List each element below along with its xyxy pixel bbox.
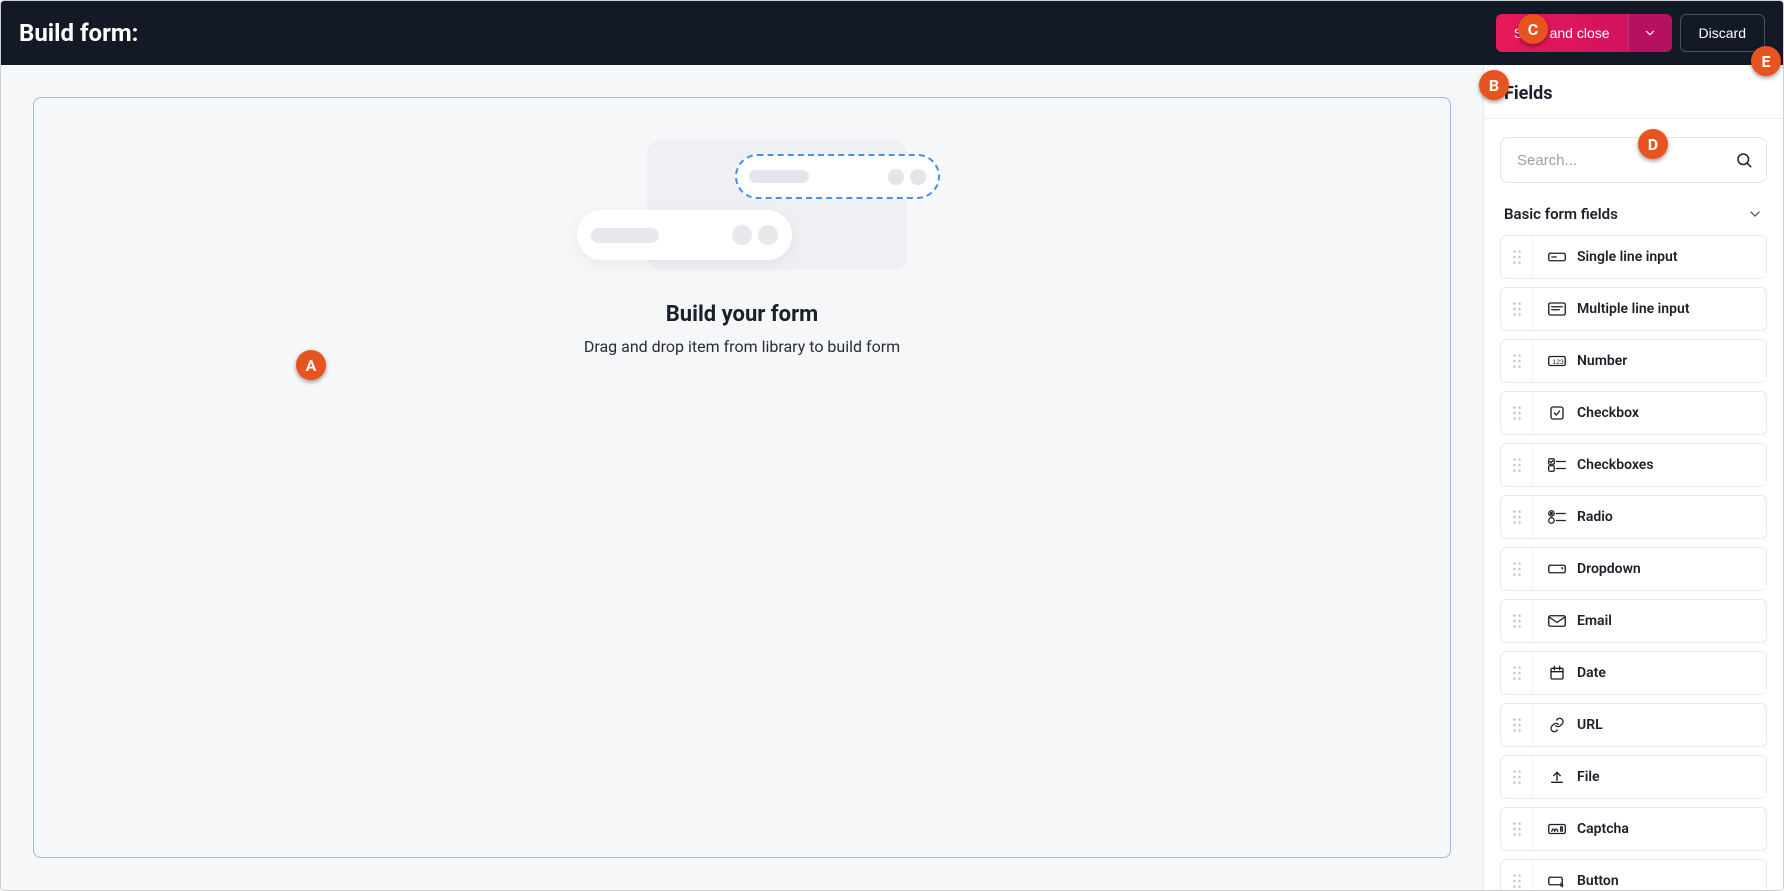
fields-sidebar: Fields Basic form fields <box>1483 65 1783 890</box>
field-item-label: Captcha <box>1577 821 1629 837</box>
field-item-label: Multiple line input <box>1577 301 1690 317</box>
form-canvas-dropzone[interactable]: Build your form Drag and drop item from … <box>33 97 1451 858</box>
drag-handle-icon[interactable] <box>1501 704 1533 746</box>
drag-handle-icon[interactable] <box>1501 288 1533 330</box>
field-list: Single line input Multiple line input 123 N… <box>1500 235 1767 890</box>
field-item-label: File <box>1577 769 1600 785</box>
captcha-icon <box>1547 819 1567 839</box>
field-item-label: Date <box>1577 665 1606 681</box>
drag-handle-icon[interactable] <box>1501 392 1533 434</box>
field-item-single-line[interactable]: Single line input <box>1500 235 1767 279</box>
empty-state-subtitle: Drag and drop item from library to build… <box>584 337 900 356</box>
drag-handle-icon[interactable] <box>1501 652 1533 694</box>
search-wrapper <box>1500 137 1767 183</box>
svg-text:123: 123 <box>1553 359 1565 366</box>
save-and-close-button[interactable]: Save and close <box>1496 14 1628 52</box>
chevron-down-icon <box>1643 26 1657 40</box>
field-item-label: Checkbox <box>1577 405 1639 421</box>
drag-handle-icon[interactable] <box>1501 548 1533 590</box>
empty-state-illustration <box>577 140 907 270</box>
drag-handle-icon[interactable] <box>1501 496 1533 538</box>
file-icon <box>1547 767 1567 787</box>
page-title: Build form: <box>19 19 138 47</box>
dropdown-icon <box>1547 559 1567 579</box>
canvas-wrapper: Build your form Drag and drop item from … <box>1 65 1483 890</box>
drag-handle-icon[interactable] <box>1501 808 1533 850</box>
field-item-url[interactable]: URL <box>1500 703 1767 747</box>
search-input[interactable] <box>1500 137 1767 183</box>
sidebar-body[interactable]: Basic form fields Single line input Multi… <box>1484 119 1783 890</box>
single-line-icon <box>1547 247 1567 267</box>
button-icon <box>1547 871 1567 890</box>
field-item-file[interactable]: File <box>1500 755 1767 799</box>
field-group-title: Basic form fields <box>1504 205 1618 223</box>
drag-handle-icon[interactable] <box>1501 756 1533 798</box>
number-icon: 123 <box>1547 351 1567 371</box>
drag-handle-icon[interactable] <box>1501 600 1533 642</box>
search-icon <box>1735 151 1753 169</box>
field-item-radio[interactable]: Radio <box>1500 495 1767 539</box>
field-item-checkboxes[interactable]: Checkboxes <box>1500 443 1767 487</box>
date-icon <box>1547 663 1567 683</box>
field-item-label: Single line input <box>1577 249 1678 265</box>
email-icon <box>1547 611 1567 631</box>
field-item-date[interactable]: Date <box>1500 651 1767 695</box>
annotation-marker-a: A <box>296 350 326 380</box>
field-item-email[interactable]: Email <box>1500 599 1767 643</box>
field-item-label: Checkboxes <box>1577 457 1654 473</box>
field-item-label: Dropdown <box>1577 561 1641 577</box>
field-item-label: URL <box>1577 717 1603 733</box>
drag-handle-icon[interactable] <box>1501 860 1533 890</box>
annotation-marker-c: C <box>1518 14 1548 44</box>
field-group-header[interactable]: Basic form fields <box>1500 205 1767 235</box>
empty-state-title: Build your form <box>666 302 818 327</box>
sidebar-title: Fields <box>1484 65 1783 119</box>
multi-line-icon <box>1547 299 1567 319</box>
field-item-number[interactable]: 123 Number <box>1500 339 1767 383</box>
url-icon <box>1547 715 1567 735</box>
checkboxes-icon <box>1547 455 1567 475</box>
checkbox-icon <box>1547 403 1567 423</box>
drag-handle-icon[interactable] <box>1501 340 1533 382</box>
field-item-label: Button <box>1577 873 1619 889</box>
field-item-dropdown[interactable]: Dropdown <box>1500 547 1767 591</box>
field-item-multi-line[interactable]: Multiple line input <box>1500 287 1767 331</box>
annotation-marker-e: E <box>1751 46 1781 76</box>
app-header: Build form: Save and close Discard <box>1 1 1783 65</box>
drag-handle-icon[interactable] <box>1501 236 1533 278</box>
field-item-label: Number <box>1577 353 1627 369</box>
field-item-captcha[interactable]: Captcha <box>1500 807 1767 851</box>
save-dropdown-button[interactable] <box>1628 14 1672 52</box>
field-item-checkbox[interactable]: Checkbox <box>1500 391 1767 435</box>
annotation-marker-d: D <box>1638 129 1668 159</box>
radio-icon <box>1547 507 1567 527</box>
field-item-label: Email <box>1577 613 1612 629</box>
chevron-down-icon <box>1747 206 1763 222</box>
annotation-marker-b: B <box>1479 70 1509 100</box>
field-item-button[interactable]: Button <box>1500 859 1767 890</box>
drag-handle-icon[interactable] <box>1501 444 1533 486</box>
field-item-label: Radio <box>1577 509 1613 525</box>
discard-button[interactable]: Discard <box>1680 14 1765 52</box>
